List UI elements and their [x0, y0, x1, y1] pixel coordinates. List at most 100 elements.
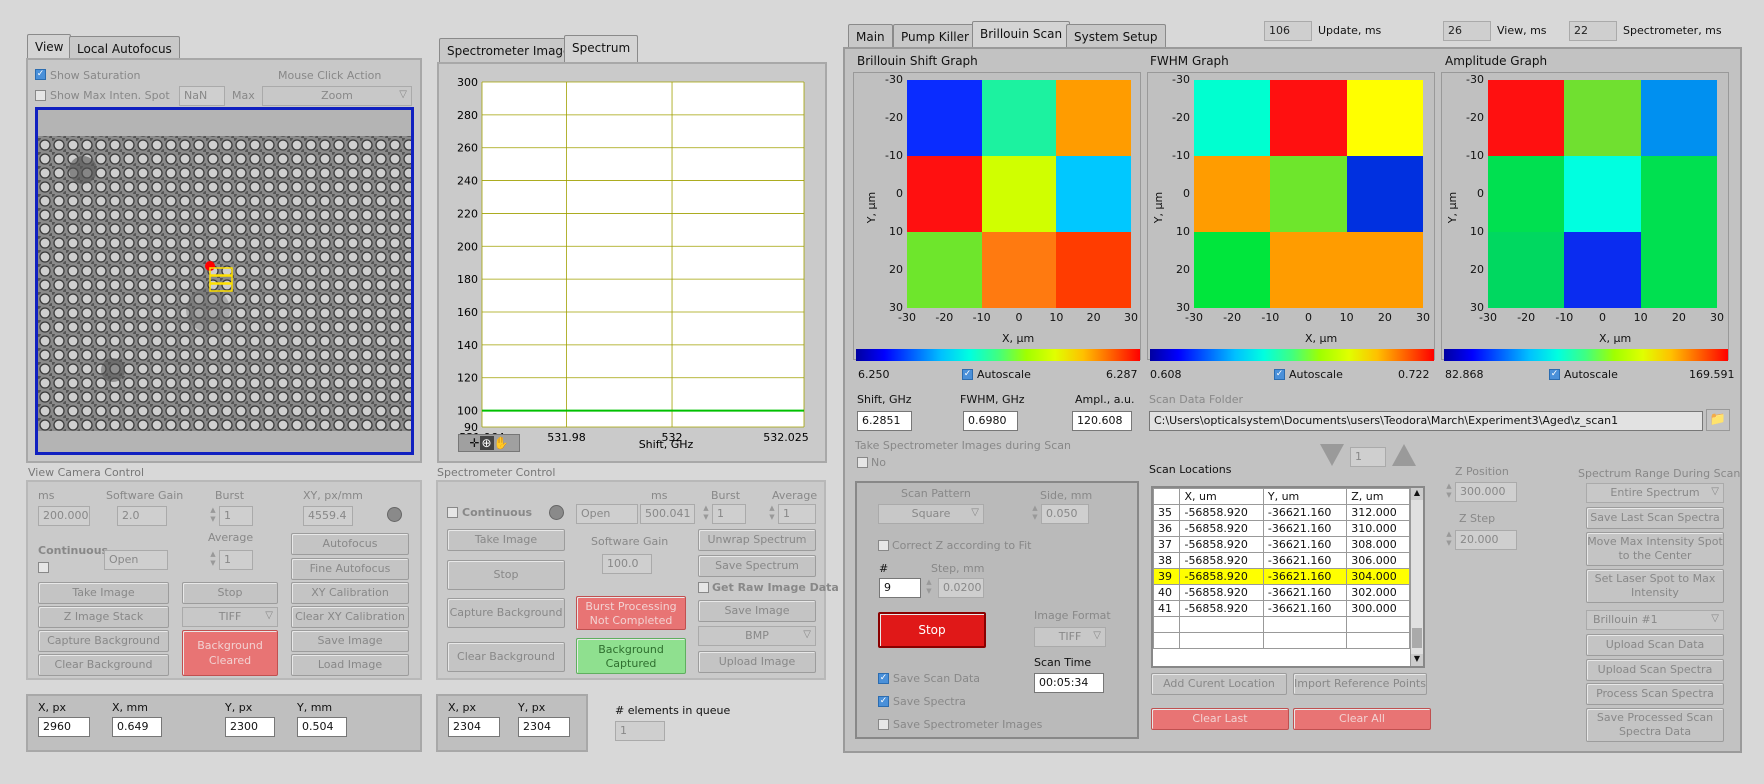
table-cell[interactable]: 306.000 [1346, 552, 1410, 569]
tab-brillouin-scan[interactable]: Brillouin Scan [972, 21, 1071, 48]
table-cell[interactable]: 36 [1153, 520, 1181, 537]
move-max-intensity-button[interactable]: Move Max Intensity Spot to the Center [1586, 532, 1724, 566]
table-cell[interactable] [1262, 616, 1348, 633]
tab-pump-killer[interactable]: Pump Killer [893, 24, 977, 48]
table-cell[interactable]: 304.000 [1346, 568, 1410, 585]
table-scrollbar[interactable]: ▲ ▼ [1410, 488, 1423, 666]
table-cell[interactable]: 35 [1153, 504, 1181, 521]
xy-calibration-button[interactable]: XY Calibration [291, 582, 409, 604]
add-location-button[interactable]: Add Curent Location [1151, 673, 1287, 695]
table-cell[interactable]: 300.000 [1346, 600, 1410, 617]
continuous-checkbox[interactable] [38, 562, 49, 573]
save-spectrum-button[interactable]: Save Spectrum [698, 555, 816, 577]
burst-field[interactable]: 1 [219, 506, 253, 526]
table-cell[interactable]: -56858.920 [1179, 504, 1264, 521]
set-laser-spot-button[interactable]: Set Laser Spot to Max Intensity [1586, 569, 1724, 603]
spectrum-range-select[interactable]: Entire Spectrum [1586, 483, 1724, 503]
spectro-stop-button[interactable]: Stop [447, 560, 565, 590]
num-points-spinner[interactable]: ▲ ▼ [924, 578, 934, 598]
tab-spectrum[interactable]: Spectrum [564, 35, 639, 62]
average-field[interactable]: 1 [219, 550, 253, 570]
mouse-click-action-select[interactable]: Zoom [262, 86, 412, 106]
scroll-up-icon[interactable]: ▲ [1411, 488, 1423, 500]
table-cell[interactable]: -36621.160 [1262, 552, 1348, 569]
spectro-take-image-button[interactable]: Take Image [447, 529, 565, 551]
z-position-field[interactable]: 300.000 [1455, 482, 1517, 502]
empty-row[interactable] [1153, 616, 1410, 633]
get-raw-image-checkbox[interactable] [698, 582, 709, 593]
table-cell[interactable]: -36621.160 [1262, 504, 1348, 521]
unwrap-spectrum-button[interactable]: Unwrap Spectrum [698, 529, 816, 551]
tab-spectrometer-image[interactable]: Spectrometer Image [439, 38, 579, 62]
save-image-button[interactable]: Save Image [291, 630, 409, 652]
spectro-capture-background-button[interactable]: Capture Background [447, 598, 565, 628]
z-image-stack-button[interactable]: Z Image Stack [38, 606, 169, 628]
table-row[interactable]: 37 -56858.920 -36621.160 308.000 [1153, 536, 1410, 553]
graph-tools-palette[interactable]: ✛ ⊕ ✋ [458, 434, 520, 452]
clear-background-button[interactable]: Clear Background [38, 654, 169, 676]
scroll-down-icon[interactable]: ▼ [1411, 654, 1423, 666]
stop-button[interactable]: Stop [182, 582, 278, 604]
z-step-field[interactable]: 20.000 [1455, 530, 1517, 550]
show-saturation-checkbox[interactable]: ✓ [35, 69, 46, 80]
spectro-ms-field[interactable]: 500.041 [640, 504, 695, 524]
table-cell[interactable]: -56858.920 [1179, 552, 1264, 569]
tab-main[interactable]: Main [848, 24, 893, 48]
z-position-spinner[interactable]: ▲ ▼ [1444, 482, 1454, 502]
table-cell[interactable]: -56858.920 [1179, 520, 1264, 537]
spectro-average-field[interactable]: 1 [778, 504, 816, 524]
average-spinner[interactable]: ▲ ▼ [208, 550, 218, 570]
spectro-save-image-button[interactable]: Save Image [698, 600, 816, 622]
side-spinner[interactable]: ▲ ▼ [1030, 504, 1040, 524]
table-cell[interactable]: 40 [1153, 584, 1181, 601]
scroll-thumb[interactable] [1412, 628, 1422, 648]
table-cell[interactable] [1346, 632, 1410, 649]
save-spectro-images-checkbox[interactable] [878, 719, 889, 730]
table-row[interactable]: 39 -56858.920 -36621.160 304.000 [1153, 568, 1410, 585]
scan-pattern-select[interactable]: Square [878, 504, 984, 524]
table-cell[interactable] [1179, 632, 1264, 649]
table-row[interactable]: 40 -56858.920 -36621.160 302.000 [1153, 584, 1410, 601]
nav-prev-icon[interactable] [1320, 444, 1344, 466]
table-cell[interactable]: -36621.160 [1262, 536, 1348, 553]
empty-row[interactable] [1153, 632, 1410, 649]
clear-xy-calibration-button[interactable]: Clear XY Calibration [291, 606, 409, 628]
fine-autofocus-button[interactable]: Fine Autofocus [291, 558, 409, 580]
table-row[interactable]: 41 -56858.920 -36621.160 300.000 [1153, 600, 1410, 617]
spectro-clear-background-button[interactable]: Clear Background [447, 642, 565, 672]
table-cell[interactable]: 308.000 [1346, 536, 1410, 553]
table-cell[interactable]: 310.000 [1346, 520, 1410, 537]
tab-view[interactable]: View [27, 34, 72, 61]
table-cell[interactable]: 41 [1153, 600, 1181, 617]
cursor-move-icon[interactable]: ✛ [469, 436, 479, 450]
table-row[interactable]: 38 -56858.920 -36621.160 306.000 [1153, 552, 1410, 569]
nav-next-icon[interactable] [1392, 444, 1416, 466]
image-format-select[interactable]: TIFF [182, 607, 278, 627]
fwhm-autoscale-checkbox[interactable]: ✓ [1274, 369, 1285, 380]
z-step-spinner[interactable]: ▲ ▼ [1444, 530, 1454, 550]
process-scan-spectra-button[interactable]: Process Scan Spectra [1586, 683, 1724, 705]
tab-local-autofocus[interactable]: Local Autofocus [69, 36, 180, 60]
ms-field[interactable]: 200.000 [38, 506, 90, 526]
save-processed-button[interactable]: Save Processed Scan Spectra Data [1586, 708, 1724, 742]
import-reference-button[interactable]: Import Reference Points [1293, 673, 1427, 695]
table-cell[interactable]: 37 [1153, 536, 1181, 553]
table-cell[interactable]: 38 [1153, 552, 1181, 569]
upload-image-button[interactable]: Upload Image [698, 651, 816, 673]
burst-spinner[interactable]: ▲ ▼ [208, 506, 218, 526]
table-cell[interactable]: -56858.920 [1179, 568, 1264, 585]
autofocus-button[interactable]: Autofocus [291, 533, 409, 555]
take-spectro-checkbox[interactable] [857, 457, 868, 468]
save-scan-data-checkbox[interactable]: ✓ [878, 673, 889, 684]
tab-system-setup[interactable]: System Setup [1066, 24, 1166, 48]
upload-scan-data-button[interactable]: Upload Scan Data [1586, 634, 1724, 656]
save-spectra-checkbox[interactable]: ✓ [878, 696, 889, 707]
num-points-field[interactable]: 9 [879, 578, 921, 598]
brillouin-source-select[interactable]: Brillouin #1 [1586, 610, 1724, 630]
scan-folder-path[interactable]: C:\Users\opticalsystem\Documents\users\T… [1149, 411, 1703, 431]
spectro-continuous-checkbox[interactable] [447, 507, 458, 518]
table-row[interactable]: 36 -56858.920 -36621.160 310.000 [1153, 520, 1410, 537]
spectro-software-gain-field[interactable]: 100.0 [602, 554, 652, 574]
capture-background-button[interactable]: Capture Background [38, 630, 169, 652]
take-image-button[interactable]: Take Image [38, 582, 169, 604]
